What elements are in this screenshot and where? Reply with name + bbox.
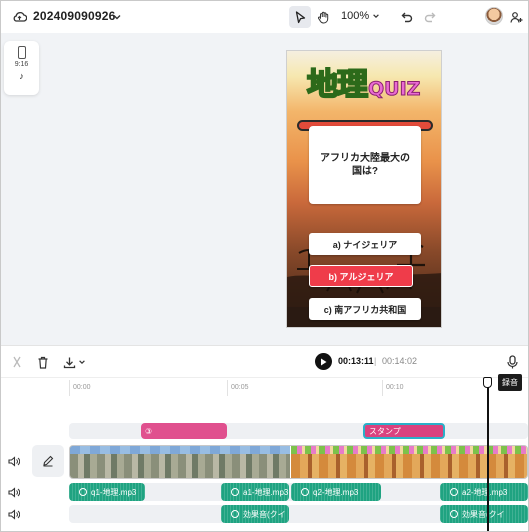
audio-icon — [301, 488, 309, 496]
tiktok-icon: ♪ — [19, 71, 24, 81]
sticker-clip-label: スタンプ — [369, 426, 401, 436]
timeline-tracks: ③ スタンプ q1-地理.mp3 a1-地理.mp3 q2-地理.mp3 a2-… — [1, 397, 528, 531]
audio-clip-label: a1-地理.mp3 — [243, 487, 289, 497]
quiz-title-en: QUIZ — [367, 78, 421, 101]
sticker-track — [69, 423, 528, 439]
audio-clip[interactable]: q1-地理.mp3 — [69, 483, 145, 501]
aspect-ratio-panel[interactable]: 9:16 ♪ — [4, 41, 39, 95]
playhead[interactable] — [487, 381, 489, 531]
cursor-icon — [295, 10, 305, 23]
audio-icon — [231, 488, 239, 496]
play-icon — [321, 358, 327, 365]
volume-icon[interactable] — [7, 454, 21, 468]
time-separator: | — [374, 356, 377, 366]
audio-clip[interactable]: q2-地理.mp3 — [291, 483, 381, 501]
chevron-down-icon[interactable] — [74, 354, 90, 370]
hand-icon — [317, 11, 328, 23]
user-avatar[interactable] — [485, 7, 503, 25]
canvas-area: 9:16 ♪ 地理QUIZ アフリカ大陸最大の 国は? a) ナイジェリア b)… — [1, 33, 528, 345]
add-user-icon[interactable] — [508, 9, 524, 25]
audio-clip[interactable]: a1-地理.mp3 — [221, 483, 289, 501]
redo-icon[interactable] — [422, 9, 438, 25]
video-preview[interactable]: 地理QUIZ アフリカ大陸最大の 国は? a) ナイジェリア b) アルジェリア… — [286, 50, 442, 328]
ruler-tick — [69, 380, 70, 396]
volume-icon[interactable] — [7, 485, 21, 499]
answer-c: c) 南アフリカ共和国 — [309, 298, 421, 320]
current-time: 00:13:11 — [338, 356, 374, 366]
play-button[interactable] — [315, 353, 332, 370]
microphone-icon[interactable] — [504, 354, 520, 370]
chevron-down-icon — [373, 14, 379, 19]
sticker-clip-label: ③ — [145, 426, 153, 436]
select-tool-button[interactable] — [289, 6, 311, 28]
zoom-level: 100% — [341, 10, 370, 22]
video-track[interactable] — [69, 445, 528, 479]
answer-b: b) アルジェリア — [309, 265, 413, 287]
audio-icon — [231, 510, 239, 518]
hand-tool-button[interactable] — [312, 6, 334, 28]
sfx-clip-label: 効果音(クイ — [462, 509, 505, 519]
sfx-clip[interactable]: 効果音(クイ — [440, 505, 528, 523]
ruler-label-10: 00:10 — [386, 384, 404, 391]
question-card: アフリカ大陸最大の 国は? — [309, 126, 421, 204]
project-title[interactable]: 202409090926 — [33, 9, 116, 23]
top-bar: 202409090926 100% — [1, 1, 528, 33]
pencil-icon — [43, 455, 54, 467]
audio-icon — [450, 510, 458, 518]
audio-icon — [450, 488, 458, 496]
quiz-title-kanji: 地理 — [306, 66, 369, 104]
ruler-tick — [382, 380, 383, 396]
video-clip-1-thumbs — [70, 446, 290, 454]
audio-clip-label: a2-地理.mp3 — [462, 487, 508, 497]
timeline-toolbar: 00:13:11 | 00:14:02 — [1, 345, 528, 377]
edit-cover-button[interactable] — [32, 445, 64, 477]
playhead-handle[interactable] — [483, 377, 492, 388]
audio-icon — [79, 488, 87, 496]
quiz-title: 地理QUIZ — [306, 59, 421, 104]
phone-icon — [17, 46, 26, 59]
sfx-clip-label: 効果音(クイ — [243, 509, 286, 519]
undo-icon[interactable] — [398, 9, 414, 25]
record-tooltip: 録音 — [498, 374, 522, 391]
ruler-tick — [227, 380, 228, 396]
sticker-clip[interactable]: ③ — [141, 423, 227, 439]
split-icon[interactable] — [9, 354, 25, 370]
video-clip-2-thumbs — [291, 446, 527, 454]
timeline-ruler[interactable]: 00:00 00:05 00:10 — [1, 377, 528, 397]
audio-clip-label: q2-地理.mp3 — [313, 487, 359, 497]
zoom-dropdown[interactable]: 100% — [341, 10, 380, 22]
answer-a: a) ナイジェリア — [309, 233, 421, 255]
sfx-clip[interactable]: 効果音(クイ — [221, 505, 289, 523]
sticker-clip-selected[interactable]: スタンプ — [363, 423, 445, 439]
chevron-down-icon[interactable] — [109, 9, 125, 25]
ruler-label-5: 00:05 — [231, 384, 249, 391]
audio-clip-label: q1-地理.mp3 — [91, 487, 137, 497]
aspect-ratio-label: 9:16 — [14, 61, 29, 68]
audio-clip[interactable]: a2-地理.mp3 — [440, 483, 528, 501]
ruler-label-0: 00:00 — [73, 384, 91, 391]
total-time: 00:14:02 — [382, 356, 418, 366]
cloud-icon[interactable] — [11, 9, 27, 25]
volume-icon[interactable] — [7, 507, 21, 521]
delete-icon[interactable] — [35, 354, 51, 370]
